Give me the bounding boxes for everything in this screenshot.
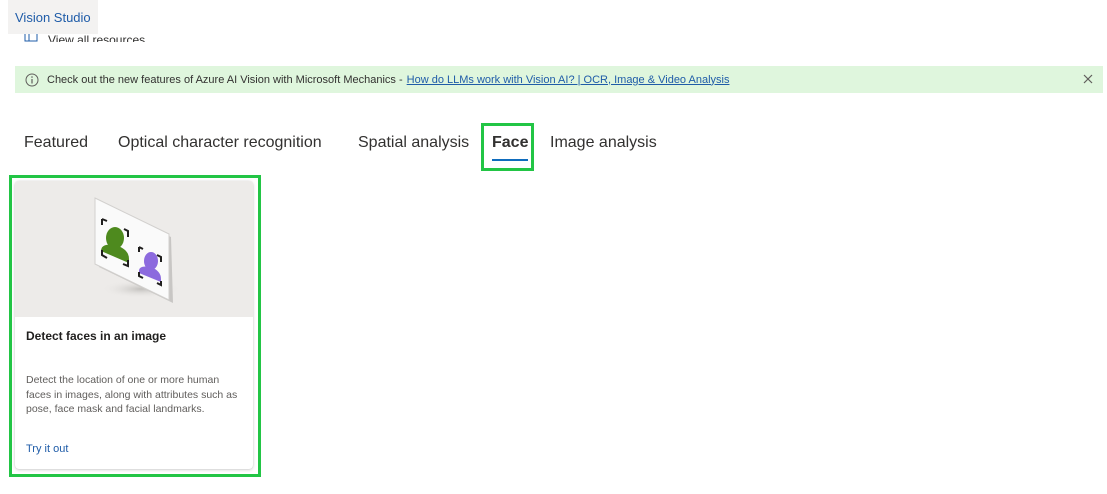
tab-spatial-analysis-label: Spatial analysis xyxy=(358,134,470,151)
face-detection-illustration xyxy=(94,197,181,303)
tab-optical-character-recognition[interactable]: Optical character recognition xyxy=(118,134,322,152)
banner-text: Check out the new features of Azure AI V… xyxy=(47,73,403,86)
try-it-out-link[interactable]: Try it out xyxy=(26,443,68,455)
view-all-resources-label: View all resources xyxy=(48,33,146,42)
app-brand[interactable]: Vision Studio xyxy=(8,0,98,34)
card-description: Detect the location of one or more human… xyxy=(26,374,238,415)
card-title: Detect faces in an image xyxy=(26,329,167,343)
tab-image-analysis[interactable]: Image analysis xyxy=(550,134,657,152)
card-hero xyxy=(15,181,253,317)
tab-featured[interactable]: Featured xyxy=(24,134,88,152)
info-banner: Check out the new features of Azure AI V… xyxy=(15,66,1103,93)
detect-faces-card[interactable]: Detect faces in an image Detect the loca… xyxy=(15,181,253,469)
close-icon[interactable] xyxy=(1081,72,1095,86)
tab-image-analysis-label: Image analysis xyxy=(550,134,657,151)
tab-face-highlight xyxy=(481,123,534,171)
tab-spatial-analysis[interactable]: Spatial analysis xyxy=(358,134,469,152)
tab-ocr-label: Optical character recognition xyxy=(118,134,322,151)
banner-link[interactable]: How do LLMs work with Vision AI? | OCR, … xyxy=(407,74,730,86)
tab-featured-label: Featured xyxy=(24,134,89,151)
info-icon xyxy=(25,73,39,86)
